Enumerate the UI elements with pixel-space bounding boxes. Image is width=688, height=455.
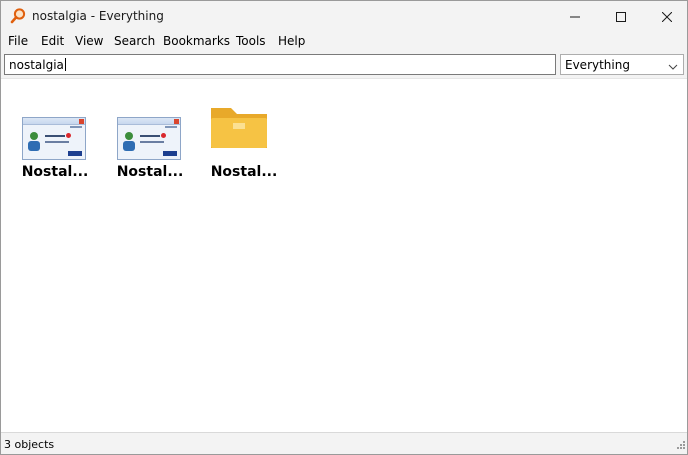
menu-edit[interactable]: Edit xyxy=(41,34,64,48)
menu-bookmarks[interactable]: Bookmarks xyxy=(163,34,230,48)
everything-window: nostalgia - Everything File Edit View Se… xyxy=(0,0,688,455)
menu-help[interactable]: Help xyxy=(278,34,305,48)
chevron-down-icon xyxy=(668,60,678,74)
magnifier-icon xyxy=(10,8,26,24)
search-row: nostalgia Everything xyxy=(1,52,687,78)
menu-view[interactable]: View xyxy=(75,34,103,48)
close-button[interactable] xyxy=(644,1,688,32)
menu-search[interactable]: Search xyxy=(114,34,155,48)
title-bar[interactable]: nostalgia - Everything xyxy=(1,1,687,32)
filter-dropdown[interactable]: Everything xyxy=(560,54,684,75)
result-item[interactable]: Nostal... xyxy=(12,97,98,187)
search-input-value: nostalgia xyxy=(9,58,64,72)
maximize-button[interactable] xyxy=(598,1,644,32)
menu-bar: File Edit View Search Bookmarks Tools He… xyxy=(1,32,687,52)
results-view[interactable]: Nostal... Nostal... Nostal... xyxy=(1,78,687,432)
window-title: nostalgia - Everything xyxy=(32,9,164,23)
menu-file[interactable]: File xyxy=(8,34,28,48)
status-text: 3 objects xyxy=(4,438,55,451)
status-bar: 3 objects xyxy=(1,432,687,454)
result-item[interactable]: Nostal... xyxy=(201,97,287,187)
text-caret xyxy=(64,58,66,71)
search-input[interactable]: nostalgia xyxy=(4,54,556,75)
result-item-label: Nostal... xyxy=(210,164,278,180)
maximize-icon xyxy=(616,11,626,22)
minimize-icon xyxy=(570,12,580,22)
resize-grip-icon[interactable] xyxy=(675,438,685,452)
filter-selected-value: Everything xyxy=(565,58,630,72)
minimize-button[interactable] xyxy=(552,1,598,32)
folder-icon xyxy=(209,102,269,155)
close-icon xyxy=(662,11,672,22)
image-thumbnail xyxy=(22,117,86,160)
result-item[interactable]: Nostal... xyxy=(107,97,193,187)
image-thumbnail xyxy=(117,117,181,160)
result-item-label: Nostal... xyxy=(21,164,89,180)
result-item-label: Nostal... xyxy=(116,164,184,180)
menu-tools[interactable]: Tools xyxy=(236,34,266,48)
